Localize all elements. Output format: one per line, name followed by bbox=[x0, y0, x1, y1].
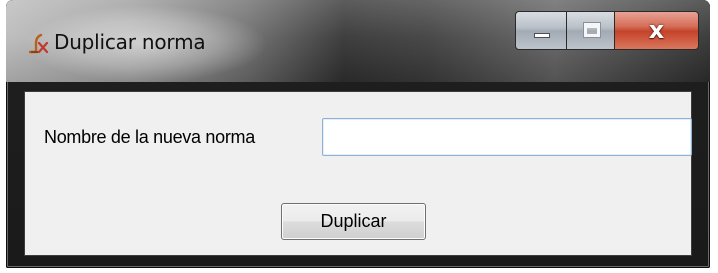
maximize-icon bbox=[583, 22, 601, 38]
minimize-icon bbox=[534, 33, 550, 38]
close-icon: x bbox=[648, 16, 665, 44]
maximize-button[interactable] bbox=[566, 11, 615, 50]
new-norm-name-input[interactable] bbox=[322, 118, 692, 156]
sigma-formula-icon bbox=[28, 33, 49, 54]
dialog-client-area: Nombre de la nueva norma Duplicar bbox=[24, 91, 692, 256]
caption-buttons: x bbox=[515, 11, 699, 51]
window-title: Duplicar norma bbox=[54, 30, 206, 54]
new-norm-name-label: Nombre de la nueva norma bbox=[44, 127, 255, 147]
dialog-window: Duplicar norma x Nombre de la nueva norm… bbox=[6, 0, 710, 268]
close-button[interactable]: x bbox=[614, 11, 699, 50]
duplicate-button[interactable]: Duplicar bbox=[281, 203, 426, 240]
title-bar[interactable]: Duplicar norma x bbox=[6, 0, 710, 82]
minimize-button[interactable] bbox=[515, 11, 567, 50]
